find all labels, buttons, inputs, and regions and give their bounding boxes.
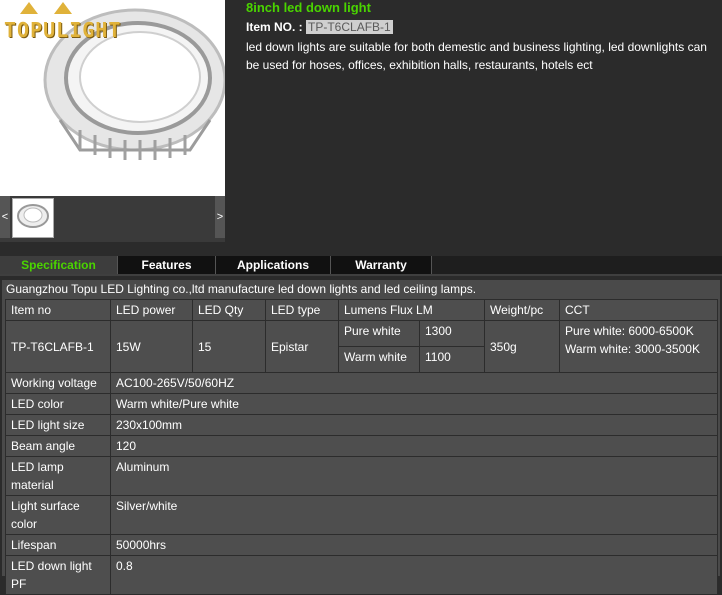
table-header-row: Item no LED power LED Qty LED type Lumen…	[5, 299, 718, 321]
tab-bar: Specification Features Applications Warr…	[0, 256, 722, 276]
row-value: 50000hrs	[110, 534, 718, 556]
table-row: TP-T6CLAFB-1 15W 15 Epistar Pure white 1…	[5, 320, 718, 373]
cell-item-no: TP-T6CLAFB-1	[5, 320, 111, 373]
gallery-prev-button[interactable]: <	[0, 196, 10, 238]
row-label: LED light size	[5, 414, 111, 436]
row-label: LED lamp material	[5, 456, 111, 496]
product-description: led down lights are suitable for both de…	[246, 40, 707, 72]
item-number-value: TP-T6CLAFB-1	[306, 20, 393, 34]
header-led-type: LED type	[265, 299, 339, 321]
brand-logo: TOPULIGHT	[4, 18, 122, 42]
row-value: AC100-265V/50/60HZ	[110, 372, 718, 394]
table-row: LED color Warm white/Pure white	[5, 393, 718, 415]
thumbnail-strip: < >	[0, 196, 225, 242]
downlight-thumbnail-icon	[17, 204, 49, 228]
table-row: Light surface color Silver/white	[5, 495, 718, 535]
row-label: LED down light PF	[5, 555, 111, 595]
cct-pure-white: Pure white: 6000-6500K	[565, 324, 694, 338]
table-row: LED down light PF 0.8	[5, 555, 718, 595]
logo-marks-icon	[20, 2, 88, 17]
specification-panel: Guangzhou Topu LED Lighting co.,ltd manu…	[2, 280, 720, 595]
tab-warranty[interactable]: Warranty	[331, 256, 432, 274]
cell-led-power: 15W	[110, 320, 193, 373]
product-image: TOPULIGHT	[0, 0, 225, 196]
row-value: 120	[110, 435, 718, 457]
spec-table: Item no LED power LED Qty LED type Lumen…	[5, 299, 718, 595]
tab-applications[interactable]: Applications	[216, 256, 331, 274]
header-item-no: Item no	[5, 299, 111, 321]
row-value: 0.8	[110, 555, 718, 595]
spec-intro: Guangzhou Topu LED Lighting co.,ltd manu…	[6, 282, 477, 296]
gallery-next-button[interactable]: >	[215, 196, 225, 238]
tab-features[interactable]: Features	[118, 256, 216, 274]
cell-cct: Pure white: 6000-6500K Warm white: 3000-…	[559, 320, 718, 373]
header-lumens-flux: Lumens Flux LM	[338, 299, 485, 321]
row-value: Silver/white	[110, 495, 718, 535]
table-row: Lifespan 50000hrs	[5, 534, 718, 556]
row-label: Light surface color	[5, 495, 111, 535]
row-value: Warm white/Pure white	[110, 393, 718, 415]
cell-led-qty: 15	[192, 320, 266, 373]
thumbnail-1[interactable]	[12, 198, 54, 238]
tab-specification[interactable]: Specification	[0, 256, 118, 274]
header-led-power: LED power	[110, 299, 193, 321]
row-label: LED color	[5, 393, 111, 415]
header-led-qty: LED Qty	[192, 299, 266, 321]
cell-flux-name: Warm white	[338, 346, 420, 373]
cell-flux-value: 1100	[419, 346, 485, 373]
table-row: LED light size 230x100mm	[5, 414, 718, 436]
table-row: LED lamp material Aluminum	[5, 456, 718, 496]
cell-weight: 350g	[484, 320, 560, 373]
row-value: Aluminum	[110, 456, 718, 496]
header-weight: Weight/pc	[484, 299, 560, 321]
cell-flux-value: 1300	[419, 320, 485, 347]
item-number: Item NO. : TP-T6CLAFB-1	[246, 20, 393, 34]
header-cct: CCT	[559, 299, 718, 321]
cct-warm-white: Warm white: 3000-3500K	[565, 342, 700, 356]
item-number-label: Item NO. :	[246, 20, 303, 34]
product-title: 8inch led down light	[246, 0, 371, 15]
table-row: Beam angle 120	[5, 435, 718, 457]
table-row: Working voltage AC100-265V/50/60HZ	[5, 372, 718, 394]
row-label: Beam angle	[5, 435, 111, 457]
cell-flux-name: Pure white	[338, 320, 420, 347]
row-label: Lifespan	[5, 534, 111, 556]
row-value: 230x100mm	[110, 414, 718, 436]
row-label: Working voltage	[5, 372, 111, 394]
cell-led-type: Epistar	[265, 320, 339, 373]
